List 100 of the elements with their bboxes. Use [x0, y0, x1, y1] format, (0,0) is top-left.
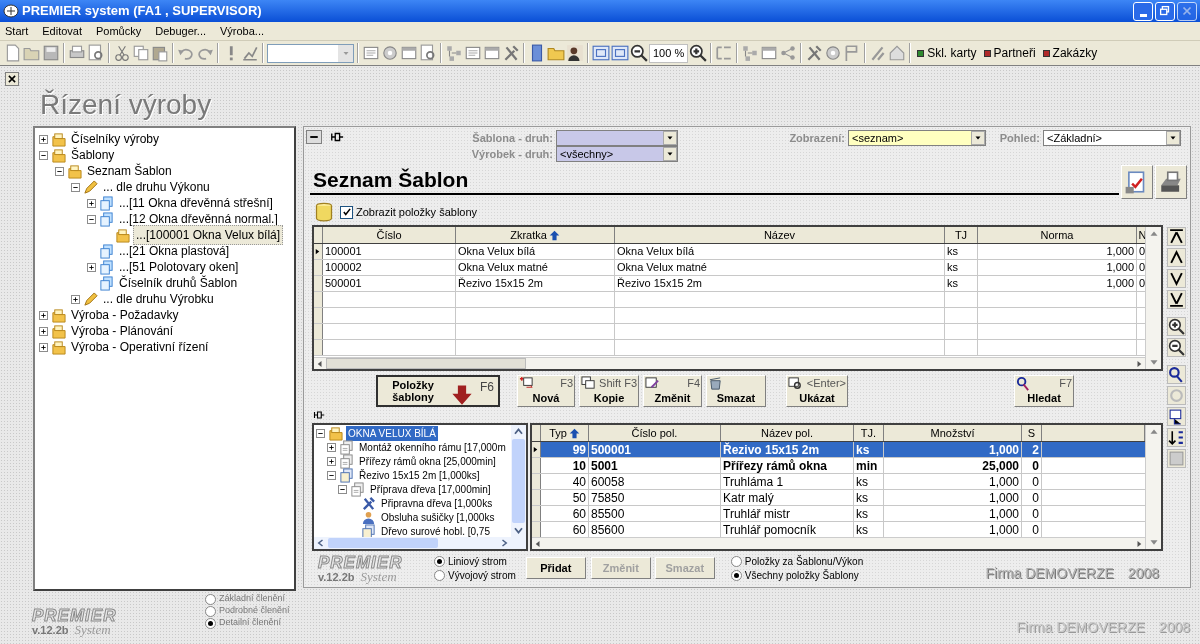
layout-icon[interactable]	[592, 44, 610, 62]
tree-item[interactable]: Přířezy rámů okna [25,000min]	[357, 453, 498, 469]
vertical-scrollbar[interactable]	[511, 425, 526, 537]
sort-icon[interactable]	[1166, 428, 1186, 447]
radio-button[interactable]	[205, 593, 216, 605]
radio-button[interactable]	[434, 555, 445, 567]
dropdown-field[interactable]: <Základní>	[1043, 130, 1181, 146]
vertical-scrollbar[interactable]	[1145, 227, 1161, 369]
menu-item[interactable]: Debuger...	[155, 22, 206, 40]
dropdown-field[interactable]	[556, 130, 678, 146]
button[interactable]: F7 Hledat	[1014, 375, 1074, 407]
column-header[interactable]: Název pol.	[721, 425, 854, 441]
tree-item[interactable]: ...[100001 Okna Velux bílá]	[133, 225, 284, 245]
column-header[interactable]: Název	[615, 227, 945, 243]
dropdown-field[interactable]: <seznam>	[848, 130, 986, 146]
filter-icon[interactable]	[1166, 407, 1186, 426]
button[interactable]: Shift F3 Kopie	[579, 375, 639, 407]
menu-item[interactable]: Start	[5, 22, 29, 40]
close-button[interactable]	[5, 72, 19, 86]
previous-record-icon[interactable]	[1166, 248, 1186, 267]
copy-icon[interactable]	[132, 44, 150, 62]
tree-item[interactable]: Výroba - Plánování	[69, 322, 176, 340]
tree-item[interactable]: Řezivo 15x15 2m [1,000ks]	[357, 467, 482, 483]
expand-icon[interactable]	[327, 442, 336, 452]
tree-item[interactable]: ...[21 Okna plastová]	[117, 242, 232, 260]
scrollbar-thumb[interactable]	[512, 439, 525, 523]
tree-item[interactable]: Šablony	[69, 146, 117, 164]
menu-item[interactable]: Výroba...	[220, 22, 265, 40]
zoom-field[interactable]: 100 %	[649, 43, 689, 63]
column-header[interactable]: Zkratka	[456, 227, 615, 243]
dropdown-field[interactable]: <všechny>	[556, 146, 678, 162]
expand-icon[interactable]	[87, 262, 96, 272]
collapse-icon[interactable]	[39, 150, 48, 160]
column-header[interactable]: TJ.	[854, 425, 884, 441]
tools-icon[interactable]	[502, 44, 520, 62]
collapse-icon[interactable]	[87, 214, 96, 224]
tree-item[interactable]: Seznam Šablon	[85, 162, 174, 180]
tree-item[interactable]: Výroba - Požadavky	[69, 306, 181, 324]
tree-item[interactable]: ... dle druhu Výkonu	[101, 178, 212, 196]
radio-button[interactable]	[730, 555, 742, 567]
tree-item[interactable]: ...[12 Okna dřevěnná normal.]	[117, 210, 280, 228]
scrollbar-thumb[interactable]	[328, 538, 438, 548]
tree-item[interactable]: Připravna dřeva [1,000ks	[379, 495, 495, 511]
tree-item[interactable]: Výroba - Operativní řízení	[69, 338, 211, 356]
quick-link[interactable]: Partneři	[980, 44, 1039, 62]
button[interactable]: Přidat	[525, 557, 586, 579]
radio-button[interactable]	[205, 605, 216, 617]
horizontal-scrollbar[interactable]	[314, 357, 1145, 369]
scrollbar-thumb[interactable]	[326, 358, 526, 369]
next-record-icon[interactable]	[1166, 269, 1186, 288]
last-record-icon[interactable]	[1166, 290, 1186, 309]
column-header[interactable]: Množství	[884, 425, 1022, 441]
expand-icon[interactable]	[39, 326, 48, 336]
collapse-icon[interactable]	[316, 428, 325, 438]
radio-button[interactable]	[434, 569, 445, 581]
checkbox[interactable]	[340, 205, 353, 219]
quick-link[interactable]: Skl. karty	[914, 44, 980, 62]
window-icon[interactable]	[400, 44, 418, 62]
column-header[interactable]: Číslo	[323, 227, 456, 243]
column-header[interactable]: Norma	[978, 227, 1137, 243]
chart-icon[interactable]	[241, 44, 259, 62]
menu-item[interactable]: Pomůcky	[96, 22, 142, 40]
printer-button[interactable]	[1155, 165, 1187, 199]
horizontal-scrollbar[interactable]	[532, 537, 1145, 549]
menu-item[interactable]: Editovat	[42, 22, 82, 40]
form-icon[interactable]	[464, 44, 482, 62]
tree-item[interactable]: OKNA VELUX BÍLÁ	[346, 425, 438, 441]
tree-item[interactable]: Číselník druhů Šablon	[117, 274, 240, 292]
button[interactable]: Položky šablony F6	[376, 375, 500, 407]
tree-item[interactable]: Příprava dřeva [17,000min]	[368, 481, 493, 497]
window-icon[interactable]	[760, 44, 779, 62]
zoom-in-icon[interactable]	[1166, 317, 1186, 336]
tree-item[interactable]: Montáž okenního rámu [17,000m	[357, 439, 508, 455]
tree-item[interactable]: ...[51 Polotovary oken]	[117, 258, 241, 276]
expand-icon[interactable]	[39, 342, 48, 352]
zoom-out-icon[interactable]	[630, 44, 648, 62]
zoom-out-icon[interactable]	[1166, 338, 1186, 357]
collapse-icon[interactable]	[338, 484, 347, 494]
button[interactable]: Smazat	[706, 375, 766, 407]
radio-button[interactable]	[205, 617, 216, 629]
collapse-icon[interactable]	[327, 470, 336, 480]
column-header[interactable]: Číslo pol.	[589, 425, 721, 441]
tree-item[interactable]: Dřevo surové hobl. [0,75	[379, 523, 492, 537]
button[interactable]: <Enter> Ukázat	[786, 375, 848, 407]
preview-icon[interactable]	[87, 44, 105, 62]
expand-icon[interactable]	[87, 198, 96, 208]
zoom-in-icon[interactable]	[689, 44, 708, 62]
tree-item[interactable]: Obsluha sušičky [1,000ks	[379, 509, 497, 525]
person-icon[interactable]	[566, 44, 584, 62]
horizontal-scrollbar[interactable]	[314, 537, 526, 549]
find-icon[interactable]	[1166, 365, 1186, 384]
expand-icon[interactable]	[39, 310, 48, 320]
button[interactable]: F3 Nová	[517, 375, 575, 407]
tools-icon[interactable]	[805, 44, 824, 62]
minimize-button[interactable]	[306, 130, 322, 144]
first-record-icon[interactable]	[1166, 227, 1186, 246]
expand-icon[interactable]	[71, 294, 80, 304]
restore-button[interactable]	[1155, 1, 1175, 21]
form-icon[interactable]	[362, 44, 380, 62]
expand-icon[interactable]	[39, 134, 48, 144]
